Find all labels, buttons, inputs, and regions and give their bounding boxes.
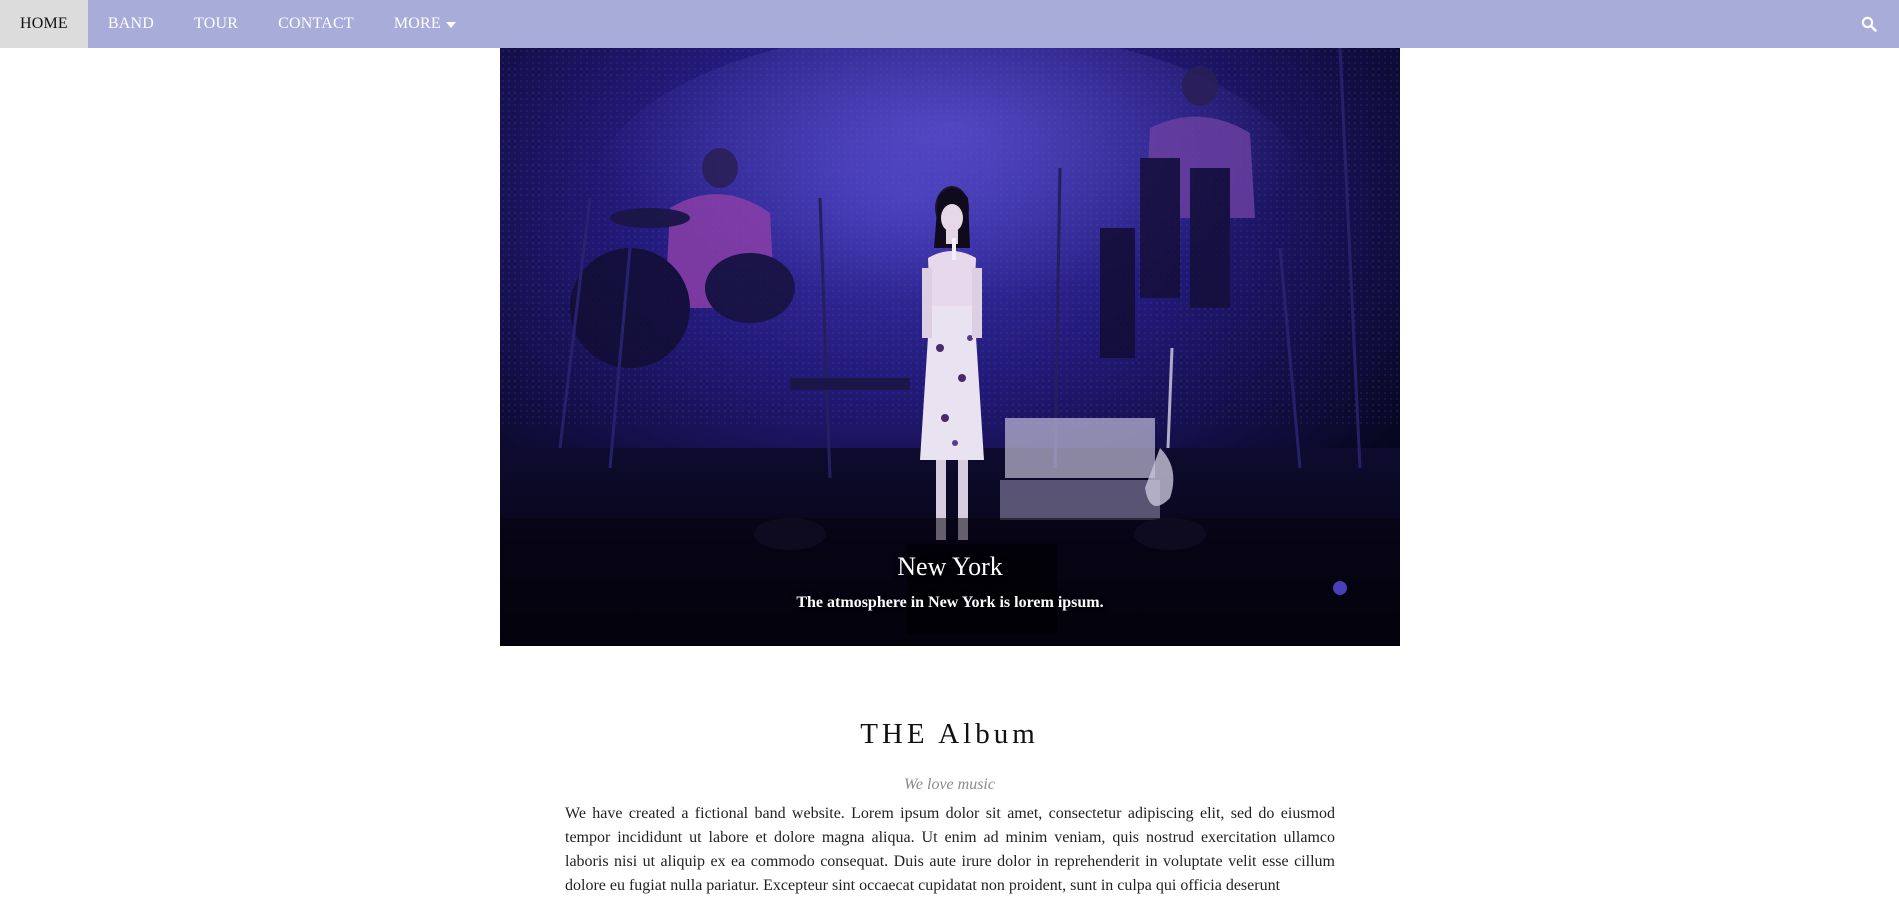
caret-down-icon [445,22,456,28]
album-subtitle: We love music [904,776,995,793]
hero-carousel-slide[interactable]: New York The atmosphere in New York is l… [500,48,1400,646]
nav-home[interactable]: HOME [0,0,88,48]
search-icon [1861,16,1877,32]
slide-title: New York [897,552,1003,581]
album-heading: THE Album [860,718,1039,750]
top-navbar: HOME BAND TOUR CONTACT MORE [0,0,1899,48]
nav-contact[interactable]: CONTACT [258,0,374,48]
nav-more-dropdown[interactable]: MORE [374,0,476,48]
album-description: We have created a fictional band website… [565,805,1335,894]
search-button[interactable] [1849,0,1889,48]
nav-more-label: MORE [393,15,441,32]
nav-band[interactable]: BAND [88,0,174,48]
slide-caption: The atmosphere in New York is lorem ipsu… [796,594,1104,611]
nav-tour[interactable]: TOUR [174,0,258,48]
